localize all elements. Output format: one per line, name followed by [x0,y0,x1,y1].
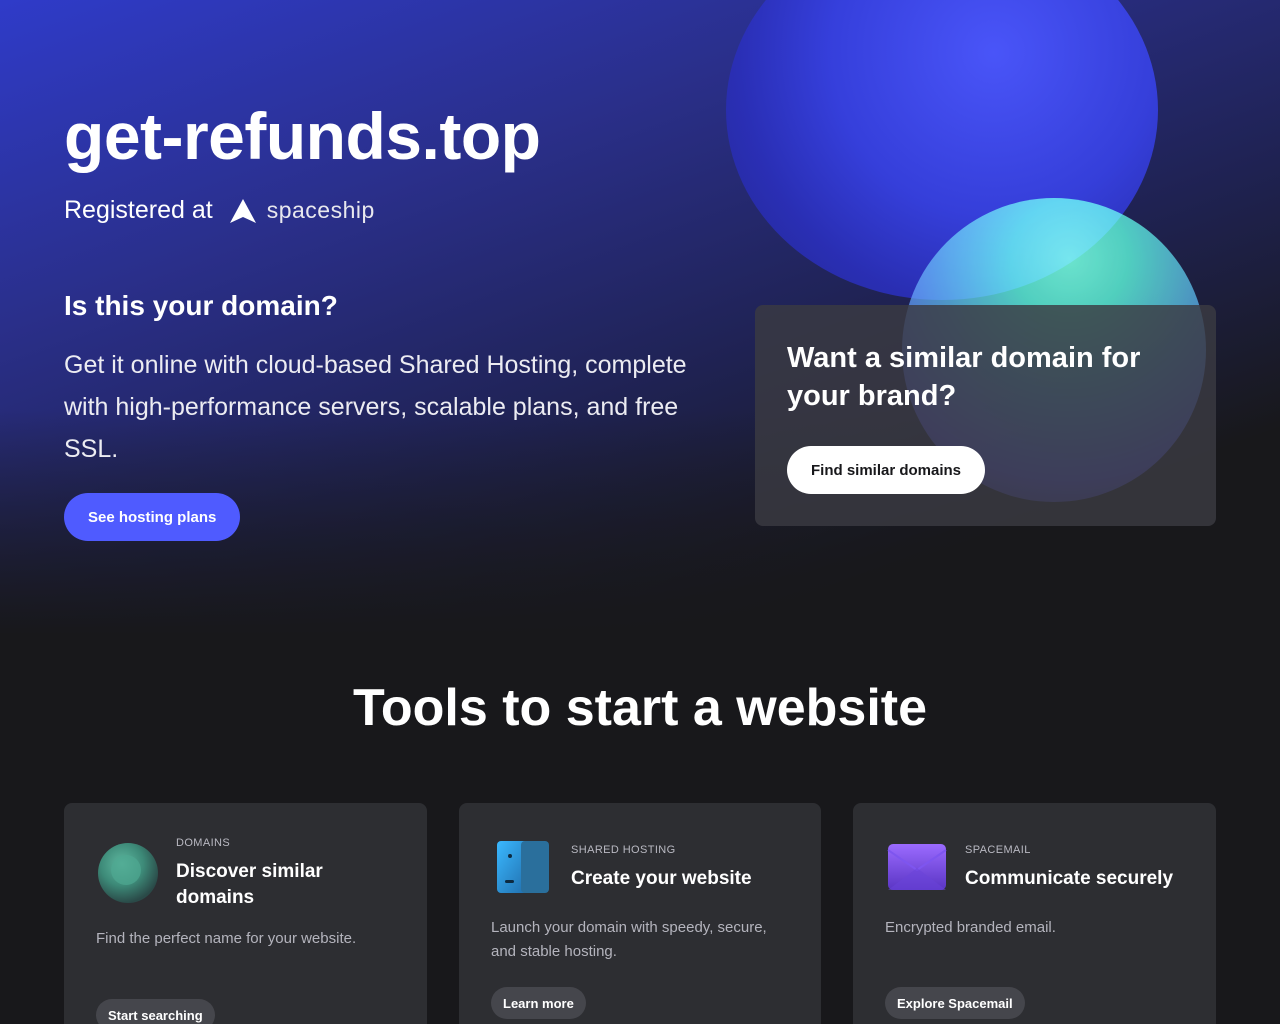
tool-description: Find the perfect name for your website. [96,930,357,947]
tool-description: Encrypted branded email. [885,919,1056,936]
envelope-icon [887,844,947,890]
spaceship-logo-icon [229,198,256,223]
tool-card-spacemail: SPACEMAIL Communicate securely Encrypted… [853,803,1216,1024]
tool-category: SHARED HOSTING [571,844,676,856]
tool-card-hosting: SHARED HOSTING Create your website Launc… [459,803,821,1024]
registered-label: Registered at [64,196,213,224]
tool-card-domains: DOMAINS Discover similar domains Find th… [64,803,427,1024]
server-icon [497,841,549,893]
tool-title: Discover similar domains [176,861,323,908]
start-searching-button[interactable]: Start searching [96,999,215,1024]
brand-name: spaceship [266,197,375,223]
domain-title: get-refunds.top [64,99,541,173]
similar-domain-title: Want a similar domain for your brand? [787,342,1141,412]
learn-more-button[interactable]: Learn more [491,987,586,1019]
domains-orb-icon [98,843,158,903]
find-similar-domains-button[interactable]: Find similar domains [787,446,986,494]
domain-question: Is this your domain? [64,290,338,321]
similar-domain-card: Want a similar domain for your brand? Fi… [755,305,1216,526]
tools-heading: Tools to start a website [352,679,928,737]
tool-category: DOMAINS [176,837,231,849]
explore-spacemail-button[interactable]: Explore Spacemail [885,987,1025,1019]
spaceship-brand[interactable]: spaceship [229,197,375,224]
tool-title: Communicate securely [965,868,1174,889]
tool-description: Launch your domain with speedy, secure, … [491,919,767,960]
registered-at: Registered at spaceship [64,196,375,225]
see-hosting-plans-button[interactable]: See hosting plans [64,493,241,541]
tool-category: SPACEMAIL [965,844,1031,856]
hosting-description: Get it online with cloud-based Shared Ho… [64,351,687,463]
tool-title: Create your website [571,868,752,889]
